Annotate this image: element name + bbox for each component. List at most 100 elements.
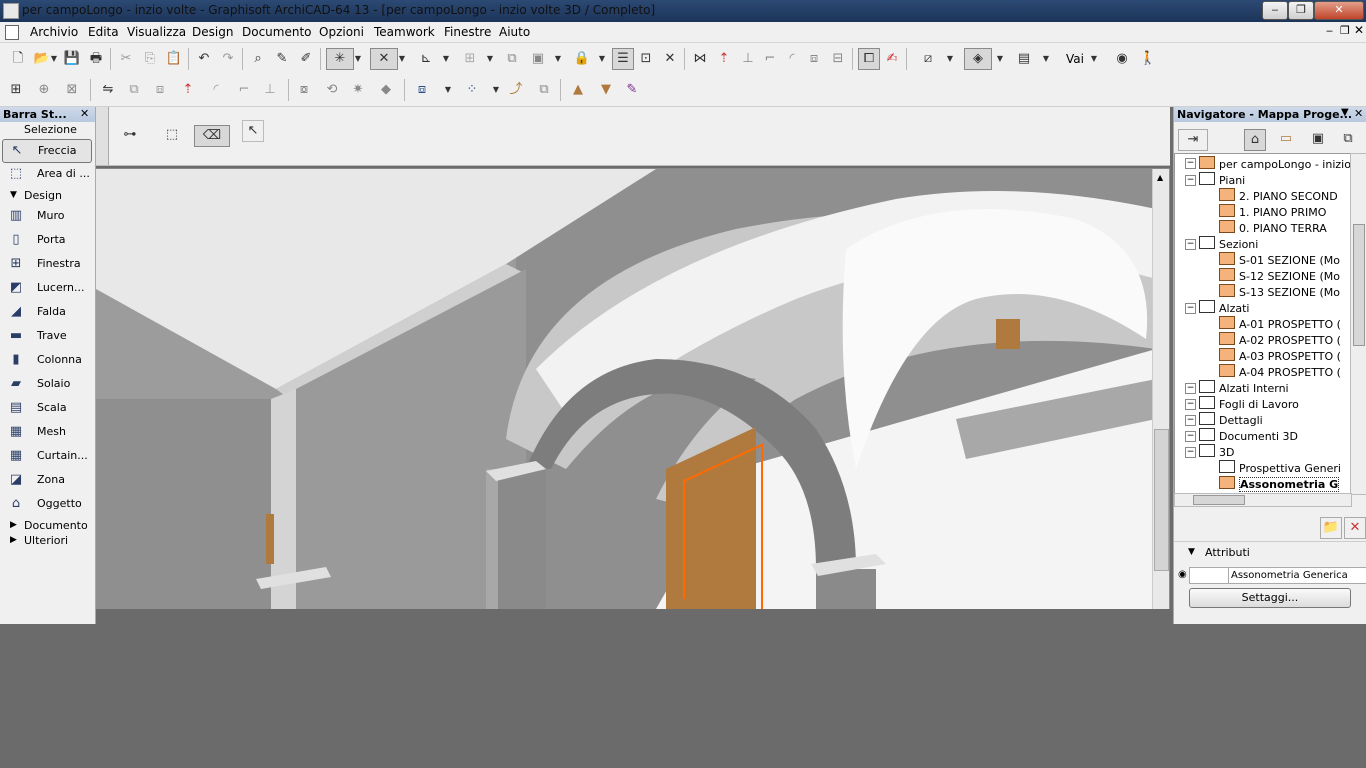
resize-icon[interactable]: ⊟ <box>828 49 848 69</box>
corner-icon[interactable]: ⌐ <box>234 80 254 100</box>
tool-window[interactable]: ⊞ Finestra <box>2 253 90 275</box>
lock-icon[interactable]: 🔒 <box>572 49 592 69</box>
collapse-icon[interactable]: − <box>1185 303 1196 314</box>
tree-item[interactable]: A-03 PROSPETTO ( <box>1219 348 1341 364</box>
tree-root[interactable]: per campoLongo - inizio vol <box>1199 156 1355 172</box>
menu-visualizza[interactable]: Visualizza <box>127 25 186 39</box>
settings-button[interactable]: Settaggi... <box>1189 588 1351 608</box>
snap-guides-icon[interactable]: ✕ <box>370 48 398 70</box>
tool-mesh[interactable]: ▦ Mesh <box>2 421 90 443</box>
align-icon[interactable]: ⧈ <box>412 80 432 100</box>
guide-dropdown-icon[interactable]: ▼ <box>354 49 362 69</box>
tree-item[interactable]: − Documenti 3D <box>1185 428 1298 444</box>
menu-documento[interactable]: Documento <box>242 25 312 39</box>
tree-item[interactable]: − Dettagli <box>1185 412 1263 428</box>
view-id-field[interactable] <box>1189 567 1229 584</box>
bring-forward-icon[interactable]: ▲ <box>568 80 588 100</box>
view-name-field[interactable]: Assonometria Generica <box>1228 567 1366 584</box>
close-icon[interactable]: ✕ <box>80 107 89 120</box>
chevron-down-icon[interactable]: ▼ <box>1341 107 1349 118</box>
trim-icon[interactable]: ⊥ <box>738 49 758 69</box>
delete-icon[interactable]: ✕ <box>1344 517 1366 539</box>
tool-beam[interactable]: ▬ Trave <box>2 325 90 347</box>
intersect-icon[interactable]: ⌐ <box>760 49 780 69</box>
tool-slab[interactable]: ▰ Solaio <box>2 373 90 395</box>
find-select-icon[interactable]: ⌕ <box>248 49 268 69</box>
sun-settings-icon[interactable]: ✍ <box>882 49 902 69</box>
grid-snap-icon[interactable]: ⊞ <box>460 49 480 69</box>
eraser-icon[interactable]: ⌫ <box>194 125 230 147</box>
split-line-icon[interactable]: ⊥ <box>260 80 280 100</box>
gravity-dropdown-icon[interactable]: ▼ <box>442 49 450 69</box>
guide-lines-icon[interactable]: ✳ <box>326 48 354 70</box>
view-map-icon[interactable]: ▭ <box>1276 129 1296 149</box>
layout-book-icon[interactable]: ▣ <box>1308 129 1328 149</box>
arc-icon[interactable]: ◜ <box>206 80 226 100</box>
tree-item[interactable]: S-01 SEZIONE (Mo <box>1219 252 1340 268</box>
collapse-icon[interactable]: − <box>1185 383 1196 394</box>
layer-stack-icon[interactable]: ▣ <box>528 49 548 69</box>
tree-vscroll[interactable] <box>1350 153 1366 495</box>
chevron-right-icon[interactable]: ▶ <box>10 535 17 545</box>
undo-icon[interactable]: ↶ <box>194 49 214 69</box>
tree-item[interactable]: Assonometria G <box>1219 476 1340 492</box>
3d-mode-dropdown-icon[interactable]: ▼ <box>996 49 1004 69</box>
3d-viewport[interactable]: ▲ <box>96 168 1170 609</box>
copy-icon[interactable]: ⎘ <box>140 49 160 69</box>
arrow-tool[interactable]: ↖ Freccia <box>2 139 92 163</box>
magic-wand-icon[interactable]: ✷ <box>348 80 368 100</box>
adjust-icon[interactable]: ⇡ <box>714 49 734 69</box>
tool-curtain-wall[interactable]: ▦ Curtain... <box>2 445 90 467</box>
3d-window-icon[interactable]: ⧄ <box>918 49 938 69</box>
menu-edita[interactable]: Edita <box>88 25 119 39</box>
tree-item[interactable]: − Alzati Interni <box>1185 380 1289 396</box>
chevron-down-icon[interactable]: ▼ <box>10 190 17 200</box>
solid-ops-icon[interactable]: ◆ <box>376 80 396 100</box>
zoom-fit-icon[interactable]: ⊠ <box>62 80 82 100</box>
multiply-icon[interactable]: ⧇ <box>294 80 314 100</box>
mirror-icon[interactable]: ⧈ <box>150 80 170 100</box>
tree-hscroll[interactable] <box>1174 493 1352 507</box>
save-icon[interactable]: 💾 <box>62 49 82 69</box>
collapse-icon[interactable]: − <box>1185 447 1196 458</box>
grid-dropdown-icon[interactable]: ▼ <box>486 49 494 69</box>
snap-dropdown-icon[interactable]: ▼ <box>398 49 406 69</box>
navigate-orbit-icon[interactable]: ◉ <box>1112 49 1132 69</box>
doc-minimize-button[interactable]: ‒ <box>1326 24 1333 37</box>
tree-item[interactable]: 1. PIANO PRIMO <box>1219 204 1326 220</box>
collapse-icon[interactable]: − <box>1185 399 1196 410</box>
goto-menu[interactable]: Vai <box>1066 52 1084 66</box>
explode-icon[interactable]: ⟲ <box>322 80 342 100</box>
tree-item[interactable]: S-13 SEZIONE (Mo <box>1219 284 1340 300</box>
menu-finestre[interactable]: Finestre <box>444 25 491 39</box>
selection-method-icon[interactable]: ⊶ <box>120 125 140 145</box>
publish-icon[interactable]: ✎ <box>622 80 642 100</box>
pointer-icon[interactable]: ↖ <box>242 120 264 142</box>
zoom-in-icon[interactable]: ⊕ <box>34 80 54 100</box>
close-button[interactable]: ✕ <box>1314 1 1364 20</box>
redo-icon[interactable]: ↷ <box>218 49 238 69</box>
syringe-icon[interactable]: ✐ <box>296 49 316 69</box>
tool-stair[interactable]: ▤ Scala <box>2 397 90 419</box>
gravity-icon[interactable]: ⊾ <box>416 49 436 69</box>
tree-item[interactable]: A-02 PROSPETTO ( <box>1219 332 1341 348</box>
tree-item[interactable]: A-01 PROSPETTO ( <box>1219 316 1341 332</box>
lock-dropdown-icon[interactable]: ▼ <box>598 49 606 69</box>
scroll-up-icon[interactable]: ▲ <box>1157 173 1163 182</box>
close-icon[interactable]: ✕ <box>1354 107 1363 120</box>
navigator-menu-icon[interactable]: ⇥ <box>1178 129 1208 151</box>
collapse-icon[interactable]: − <box>1185 431 1196 442</box>
publisher-icon[interactable]: ⧉ <box>1338 129 1358 149</box>
menu-aiuto[interactable]: Aiuto <box>499 25 530 39</box>
minimize-button[interactable]: ‒ <box>1262 1 1288 20</box>
cancel-selection-icon[interactable]: ✕ <box>660 49 680 69</box>
distribute-icon[interactable]: ⁘ <box>462 80 482 100</box>
viewport-scrollbar[interactable]: ▲ <box>1152 169 1169 609</box>
tool-door[interactable]: ▯ Porta <box>2 229 90 251</box>
collapse-icon[interactable]: − <box>1185 239 1196 250</box>
walk-icon[interactable]: 🚶 <box>1138 49 1158 69</box>
group-icon[interactable]: ⧉ <box>502 49 522 69</box>
chevron-down-icon[interactable]: ▼ <box>1188 547 1195 557</box>
align-dropdown-icon[interactable]: ▼ <box>444 80 452 100</box>
distribute-dropdown-icon[interactable]: ▼ <box>492 80 500 100</box>
